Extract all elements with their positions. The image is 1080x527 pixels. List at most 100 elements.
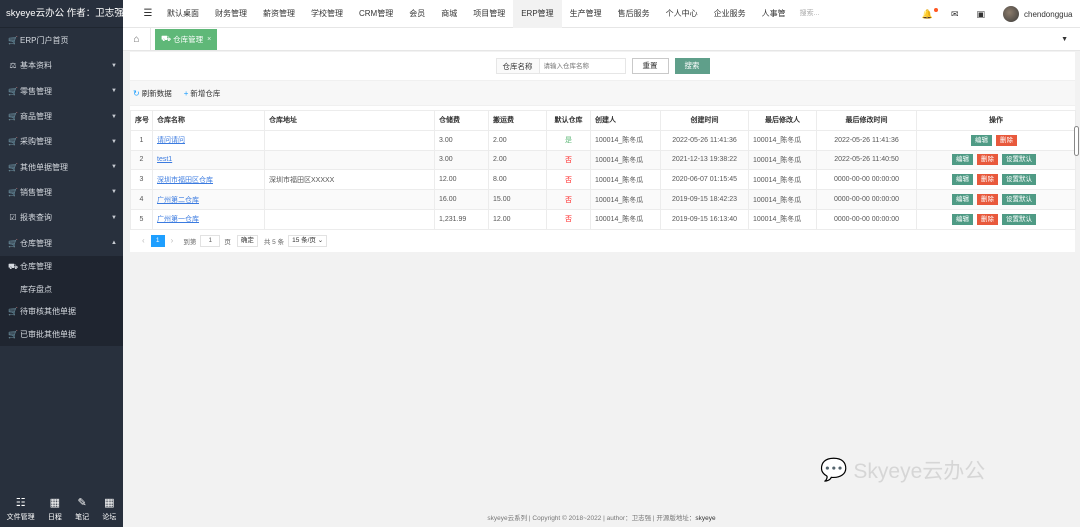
nav-item-13[interactable]: 人事管	[754, 0, 794, 28]
sidebar-footer-item-0[interactable]: ☷ 文件管理	[7, 497, 35, 522]
delete-button[interactable]: 删除	[977, 154, 998, 166]
tab-dropdown-icon[interactable]: ▼	[1061, 28, 1068, 51]
footer-link[interactable]: skyeye	[695, 515, 715, 522]
table-row[interactable]: 5 广州第一仓库 1,231.99 12.00 否 100014_陈冬瓜 2019-09-1…	[130, 208, 1076, 230]
nav-item-8[interactable]: ERP管理	[513, 0, 562, 28]
cell-default: 否	[546, 149, 591, 171]
nav-item-3[interactable]: 学校管理	[303, 0, 351, 28]
set-default-button[interactable]: 设置默认	[1002, 213, 1036, 225]
warehouse-name-link[interactable]: 广州第一仓库	[157, 216, 199, 223]
page-size-select[interactable]: 15 条/页 ⌄	[288, 234, 328, 247]
add-warehouse-button[interactable]: + 新增仓库	[184, 88, 221, 99]
sidebar-subitem-0[interactable]: ⛟ 仓库管理	[0, 256, 123, 279]
nav-item-2[interactable]: 薪资管理	[255, 0, 303, 28]
bell-icon[interactable]: 🔔	[922, 7, 938, 20]
column-header-7: 创建时间	[660, 110, 749, 131]
delete-button[interactable]: 删除	[977, 174, 998, 186]
reset-button[interactable]: 重置	[631, 58, 669, 74]
set-default-button[interactable]: 设置默认	[1002, 174, 1036, 186]
cell-creator: 100014_陈冬瓜	[590, 129, 661, 151]
nav-item-12[interactable]: 企业服务	[706, 0, 754, 28]
edit-button[interactable]: 编辑	[952, 154, 973, 166]
goto-page-input[interactable]: 1	[200, 234, 221, 247]
delete-button[interactable]: 删除	[977, 194, 998, 206]
nav-item-10[interactable]: 售后服务	[610, 0, 658, 28]
cell-handling-fee: 15.00	[488, 189, 547, 210]
edit-button[interactable]: 编辑	[952, 194, 973, 206]
warehouse-name-link[interactable]: 请问请问	[157, 137, 185, 144]
nav-item-11[interactable]: 个人中心	[658, 0, 706, 28]
brand-title: skyeye云办公 作者：卫志强	[0, 0, 123, 28]
nav-item-7[interactable]: 项目管理	[465, 0, 513, 28]
warehouse-name-input[interactable]	[539, 58, 626, 74]
sidebar-footer-item-1[interactable]: ▦ 日程	[48, 497, 62, 522]
page-footer: skyeye云系列 | Copyright © 2018~2022 | auth…	[123, 512, 1080, 522]
warehouse-name-link[interactable]: test1	[157, 156, 172, 163]
nav-item-6[interactable]: 商城	[433, 0, 465, 28]
sidebar-footer-item-3[interactable]: ▦ 论坛	[102, 497, 116, 522]
refresh-button[interactable]: ↻ 刷新数据	[133, 88, 172, 99]
edit-button[interactable]: 编辑	[952, 213, 973, 225]
refresh-icon: ↻	[133, 88, 140, 98]
cell-no: 5	[130, 208, 153, 230]
edit-button[interactable]: 编辑	[971, 134, 992, 146]
avatar[interactable]	[1003, 6, 1019, 22]
nav-item-5[interactable]: 会员	[401, 0, 433, 28]
sidebar-item-7[interactable]: ☑ 报表查询 ▼	[0, 205, 123, 230]
menu-toggle-icon[interactable]: ☰	[137, 8, 159, 19]
sidebar-footer-item-2[interactable]: ✎ 笔记	[75, 497, 89, 522]
tab-warehouse-management[interactable]: ⛟ 仓库管理 ×	[155, 28, 224, 50]
sidebar-item-label: 商品管理	[20, 112, 52, 122]
table-row[interactable]: 4 广州第二仓库 16.00 15.00 否 100014_陈冬瓜 2019-09-15 1…	[130, 189, 1076, 210]
sidebar-subitem-3[interactable]: 🛒 已审批其他单据	[0, 323, 123, 346]
edit-button[interactable]: 编辑	[952, 174, 973, 186]
username[interactable]: chendonggua	[1024, 10, 1080, 19]
page-1-button[interactable]: 1	[150, 234, 165, 247]
goto-confirm-button[interactable]: 确定	[236, 234, 258, 247]
top-navbar: ☰ 默认桌面 财务管理 薪资管理 学校管理 CRM管理 会员 商城 项目管理 ERP管理 生产管理…	[123, 0, 1080, 28]
list-icon: ☷	[15, 496, 26, 509]
screen-icon[interactable]: ▣	[976, 9, 985, 20]
cell-modified: 0000-00-00 00:00:00	[816, 189, 917, 210]
sidebar-item-8[interactable]: 🛒 仓库管理 ▲	[0, 230, 123, 255]
top-search-input[interactable]: 搜索...	[800, 0, 896, 28]
table-header-row: 序号 仓库名称 仓库地址 仓储费 搬运费 默认仓库 创建人 创建时间 最后修改人 最后修改时间 操作	[130, 110, 1076, 131]
table-toolbar: ↻ 刷新数据 + 新增仓库	[130, 80, 1075, 106]
sidebar-footer-label: 笔记	[75, 513, 90, 521]
prev-page-button[interactable]: ‹	[142, 236, 145, 245]
set-default-button[interactable]: 设置默认	[1002, 154, 1036, 166]
mail-icon[interactable]: ✉	[951, 9, 959, 20]
sidebar-item-0[interactable]: 🛒 ERP门户首页	[0, 28, 123, 53]
nav-item-0[interactable]: 默认桌面	[159, 0, 207, 28]
delete-button[interactable]: 删除	[996, 134, 1017, 146]
table-row[interactable]: 2 test1 3.00 2.00 否 100014_陈冬瓜 2021-12-13 19:3…	[130, 149, 1076, 171]
next-page-button[interactable]: ›	[171, 236, 174, 245]
sidebar-subitem-1[interactable]: 库存盘点	[0, 278, 123, 301]
sidebar-item-2[interactable]: 🛒 零售管理 ▼	[0, 79, 123, 104]
cell-name: 深圳市福田区仓库	[152, 169, 265, 191]
home-icon[interactable]: ⌂	[123, 27, 151, 51]
cell-handling-fee: 12.00	[488, 208, 547, 230]
column-header-9: 最后修改时间	[816, 110, 917, 131]
sidebar-item-1[interactable]: ⚖ 基本资料 ▼	[0, 53, 123, 78]
nav-item-9[interactable]: 生产管理	[562, 0, 610, 28]
sidebar-item-3[interactable]: 🛒 商品管理 ▼	[0, 104, 123, 129]
warehouse-name-link[interactable]: 深圳市福田区仓库	[157, 177, 213, 184]
warehouse-name-link[interactable]: 广州第二仓库	[157, 197, 199, 204]
close-icon[interactable]: ×	[207, 36, 211, 43]
table-row[interactable]: 3 深圳市福田区仓库 深圳市福田区XXXXX 12.00 8.00 否 100014_陈冬瓜…	[130, 169, 1076, 191]
nav-item-4[interactable]: CRM管理	[351, 0, 401, 28]
sidebar-subitem-2[interactable]: 🛒 待审核其他单据	[0, 301, 123, 324]
warehouse-table: 序号 仓库名称 仓库地址 仓储费 搬运费 默认仓库 创建人 创建时间 最后修改人 最后修改时间 操作…	[130, 110, 1076, 230]
sidebar-item-6[interactable]: 🛒 销售管理 ▼	[0, 180, 123, 205]
sidebar-item-5[interactable]: 🛒 其他单据管理 ▼	[0, 154, 123, 179]
nav-item-1[interactable]: 财务管理	[207, 0, 255, 28]
table-row[interactable]: 1 请问请问 3.00 2.00 是 100014_陈冬瓜 2022-05-26 11:41…	[130, 129, 1076, 151]
set-default-button[interactable]: 设置默认	[1002, 194, 1036, 206]
delete-button[interactable]: 删除	[977, 213, 998, 225]
sidebar-item-4[interactable]: 🛒 采购管理 ▼	[0, 129, 123, 154]
scrollbar-handle[interactable]	[1074, 126, 1079, 156]
cell-storage-fee: 12.00	[434, 169, 489, 191]
watermark-text: Skyeye云办公	[853, 460, 986, 483]
search-button[interactable]: 搜索	[674, 58, 710, 74]
